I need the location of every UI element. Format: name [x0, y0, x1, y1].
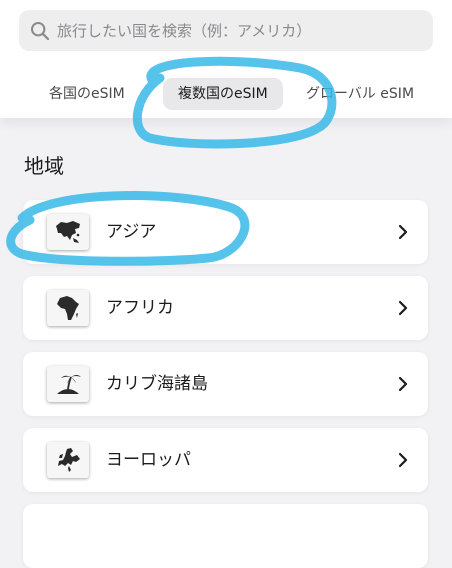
region-label: アジア — [106, 222, 157, 242]
search-icon — [31, 21, 50, 40]
region-label: アフリカ — [106, 298, 174, 318]
header-area: 各国のeSIM 複数国のeSIM グローバル eSIM — [0, 0, 452, 118]
tab-global-esim[interactable]: グローバル eSIM — [306, 78, 414, 110]
search-input[interactable] — [57, 21, 417, 40]
region-label: ヨーロッパ — [106, 450, 191, 470]
asia-map-icon — [47, 214, 89, 250]
region-item-caribbean[interactable]: カリブ海諸島 — [23, 352, 428, 416]
region-item-partial[interactable] — [23, 504, 428, 568]
tab-single-country-esim[interactable]: 各国のeSIM — [49, 78, 125, 110]
search-bar[interactable] — [19, 10, 433, 51]
region-item-asia[interactable]: アジア — [23, 200, 428, 264]
africa-map-icon — [47, 290, 89, 326]
chevron-right-icon — [398, 376, 408, 392]
region-label: カリブ海諸島 — [106, 374, 208, 394]
europe-map-icon — [47, 442, 89, 478]
region-item-europe[interactable]: ヨーロッパ — [23, 428, 428, 492]
region-item-africa[interactable]: アフリカ — [23, 276, 428, 340]
chevron-right-icon — [398, 452, 408, 468]
chevron-right-icon — [398, 224, 408, 240]
section-title-region: 地域 — [24, 154, 64, 178]
chevron-right-icon — [398, 300, 408, 316]
tab-bar: 各国のeSIM 複数国のeSIM グローバル eSIM — [0, 78, 452, 112]
tab-multi-country-esim[interactable]: 複数国のeSIM — [163, 78, 283, 110]
palm-island-icon — [47, 366, 89, 402]
